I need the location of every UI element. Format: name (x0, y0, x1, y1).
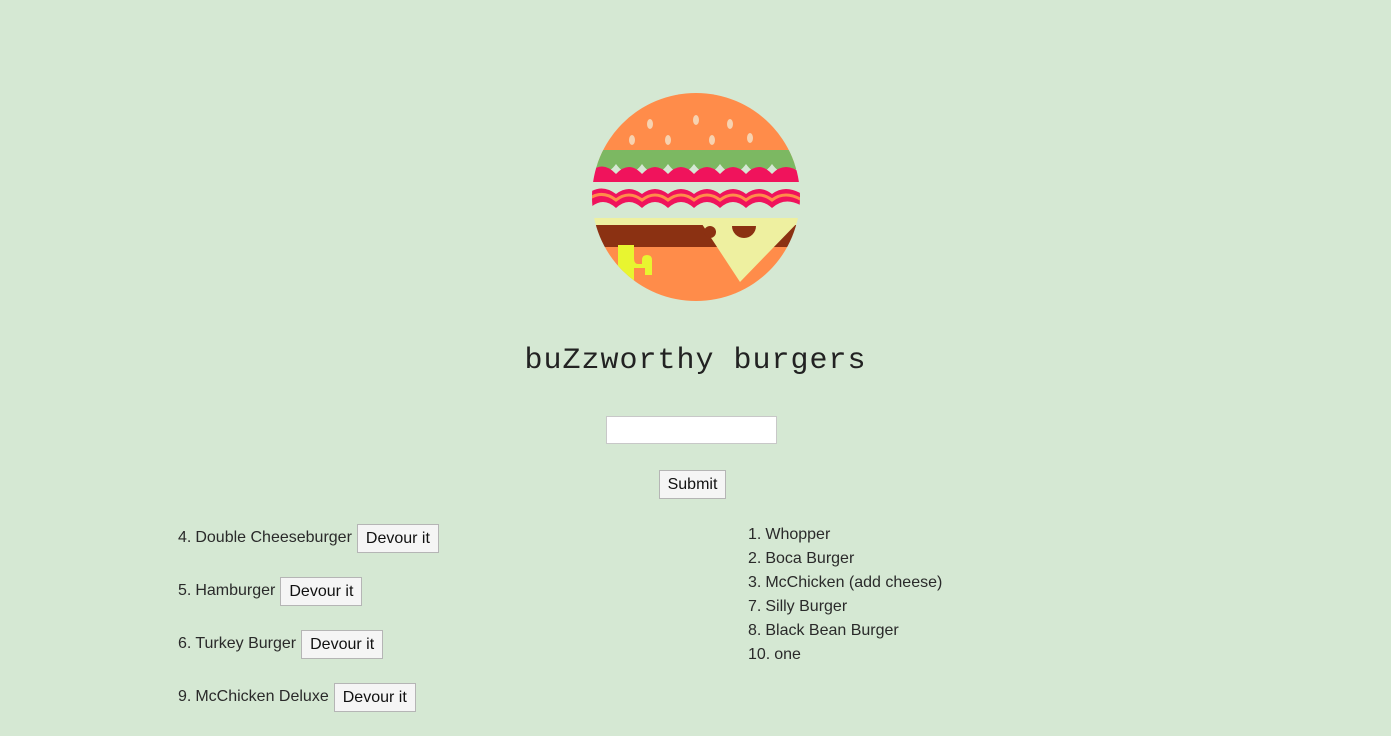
burger-number: 4. (178, 528, 192, 546)
burger-name: McChicken Deluxe (195, 687, 329, 705)
burger-name: McChicken (add cheese) (765, 574, 943, 591)
uneaten-burger-item: 5. Hamburger Devour it (178, 576, 439, 606)
burger-name: Hamburger (195, 581, 276, 599)
uneaten-burger-item: 6. Turkey Burger Devour it (178, 629, 439, 659)
burger-name: Black Bean Burger (765, 622, 899, 639)
burger-number: 5. (178, 581, 192, 599)
burger-name: Silly Burger (765, 598, 848, 615)
uneaten-burger-list: 4. Double Cheeseburger Devour it 5. Hamburge… (178, 523, 439, 735)
devoured-burger-item: 10. one (748, 644, 942, 668)
devoured-burger-item: 3. McChicken (add cheese) (748, 572, 942, 596)
uneaten-burger-item: 4. Double Cheeseburger Devour it (178, 523, 439, 553)
burger-number: 3. (748, 574, 762, 591)
burger-name: Boca Burger (765, 550, 855, 567)
burger-number: 10. (748, 646, 771, 663)
burger-name: Whopper (765, 526, 831, 543)
burger-number: 9. (178, 687, 192, 705)
page-title: buZzworthy burgers (524, 344, 867, 378)
burger-name: one (774, 646, 801, 663)
burger-number: 6. (178, 634, 192, 652)
uneaten-burger-item: 9. McChicken Deluxe Devour it (178, 682, 439, 712)
burger-name-input[interactable] (606, 416, 777, 444)
devoured-burger-item: 2. Boca Burger (748, 548, 942, 572)
burger-number: 2. (748, 550, 762, 567)
devour-button[interactable]: Devour it (280, 577, 363, 606)
burger-number: 1. (748, 526, 762, 543)
burger-number: 8. (748, 622, 762, 639)
devoured-burger-item: 1. Whopper (748, 524, 942, 548)
burger-logo (592, 93, 800, 301)
devour-button[interactable]: Devour it (333, 683, 416, 712)
burger-name: Turkey Burger (195, 634, 297, 652)
devour-button[interactable]: Devour it (301, 630, 384, 659)
burger-number: 7. (748, 598, 762, 615)
burger-name: Double Cheeseburger (195, 528, 352, 546)
devoured-burger-item: 8. Black Bean Burger (748, 620, 942, 644)
submit-button[interactable]: Submit (659, 470, 726, 499)
devour-button[interactable]: Devour it (356, 524, 439, 553)
devoured-burger-item: 7. Silly Burger (748, 596, 942, 620)
devoured-burger-list: 1. Whopper 2. Boca Burger 3. McChicken (add c… (748, 524, 942, 668)
